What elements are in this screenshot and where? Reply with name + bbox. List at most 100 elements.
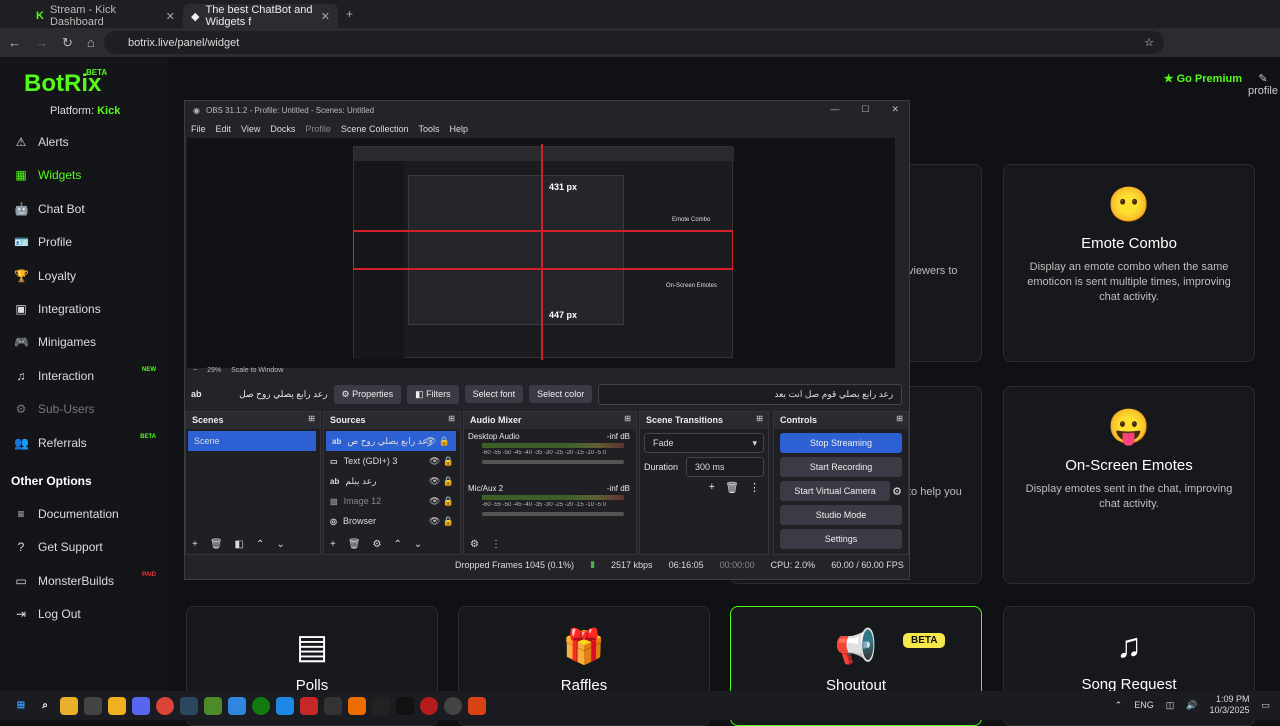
home-icon[interactable]: ⌂ bbox=[87, 35, 95, 50]
app-icon[interactable] bbox=[420, 696, 438, 715]
dock-menu-icon[interactable]: ⊞ bbox=[448, 414, 455, 423]
trash-icon[interactable]: 🗑 bbox=[210, 539, 223, 550]
select-font-button[interactable]: Select font bbox=[464, 385, 524, 403]
app-icon[interactable] bbox=[468, 696, 486, 715]
notification-icon[interactable]: ▭ bbox=[1261, 700, 1270, 711]
sidebar-item-integrations[interactable]: ▣ Integrations bbox=[0, 294, 168, 324]
dock-menu-icon[interactable]: ⊞ bbox=[896, 414, 903, 423]
kebab-menu-icon[interactable]: ⋮ bbox=[749, 481, 760, 494]
start-recording-button[interactable]: Start Recording bbox=[780, 457, 902, 477]
obs-menu-help[interactable]: Help bbox=[449, 124, 468, 134]
sidebar-item-monsterbuilds[interactable]: ▭ MonsterBuilds PAID bbox=[0, 566, 168, 596]
filters-button[interactable]: ◧ Filters bbox=[407, 384, 459, 404]
visibility-lock-icons[interactable]: 👁 🔒 bbox=[429, 476, 454, 487]
steam-icon[interactable] bbox=[180, 696, 198, 715]
filter-icon[interactable]: ◧ bbox=[235, 539, 244, 550]
properties-button[interactable]: ⚙ Properties bbox=[333, 384, 402, 404]
start-virtual-camera-button[interactable]: Start Virtual Camera bbox=[780, 481, 891, 501]
go-premium-link[interactable]: ★ Go Premium bbox=[1164, 72, 1242, 85]
visibility-lock-icons[interactable]: 👁 🔒 bbox=[429, 516, 454, 527]
volume-slider[interactable] bbox=[482, 512, 624, 516]
app-icon[interactable] bbox=[324, 696, 342, 715]
up-icon[interactable]: ⌃ bbox=[256, 539, 264, 550]
obs-menu-scene-collection[interactable]: Scene Collection bbox=[341, 124, 409, 134]
language-indicator[interactable]: ENG bbox=[1134, 700, 1154, 710]
volume-slider[interactable] bbox=[482, 460, 624, 464]
sidebar-item-loyalty[interactable]: 🏆 Loyalty bbox=[0, 261, 168, 291]
minimize-icon[interactable]: — bbox=[830, 104, 839, 115]
source-item[interactable]: ◎ Browser 👁 🔒 bbox=[324, 511, 460, 531]
volume-icon[interactable]: 🔊 bbox=[1186, 700, 1197, 711]
obs-menu-docks[interactable]: Docks bbox=[270, 124, 295, 134]
obs-menu-profile[interactable]: Profile bbox=[305, 124, 331, 134]
visibility-lock-icons[interactable]: 👁 🔒 bbox=[429, 496, 454, 507]
trash-icon[interactable]: 🗑 bbox=[725, 481, 739, 494]
sidebar-item-alerts[interactable]: ⚠ Alerts bbox=[0, 127, 168, 157]
source-item[interactable]: ▨ Image 12 👁 🔒 bbox=[324, 491, 460, 511]
scale-mode[interactable]: Scale to Window bbox=[231, 367, 283, 374]
add-icon[interactable]: + bbox=[709, 481, 715, 494]
app-icon[interactable] bbox=[348, 696, 366, 715]
close-icon[interactable]: ✕ bbox=[321, 10, 330, 23]
sidebar-item-sub-users[interactable]: ⚙ Sub-Users bbox=[0, 394, 168, 424]
tab-botrix[interactable]: ◆ The best ChatBot and Widgets f ✕ bbox=[183, 4, 338, 28]
obs-menu-tools[interactable]: Tools bbox=[418, 124, 439, 134]
url-input[interactable]: botrix.live/panel/widget ☆ bbox=[104, 31, 1164, 54]
clock[interactable]: 1:09 PM 10/3/2025 bbox=[1209, 694, 1249, 716]
store-icon[interactable] bbox=[84, 696, 102, 715]
app-icon[interactable] bbox=[276, 696, 294, 715]
app-icon[interactable] bbox=[300, 696, 318, 715]
file-explorer-icon[interactable] bbox=[60, 696, 78, 715]
text-value-input[interactable]: رعد رابع يصلي قوم صل انت بعد bbox=[598, 383, 903, 405]
dock-menu-icon[interactable]: ⊞ bbox=[756, 414, 763, 423]
down-icon[interactable]: ⌄ bbox=[276, 539, 284, 550]
obs-menu-edit[interactable]: Edit bbox=[216, 124, 232, 134]
select-color-button[interactable]: Select color bbox=[529, 385, 593, 403]
close-icon[interactable]: ✕ bbox=[166, 10, 175, 23]
sidebar-item-get-support[interactable]: ? Get Support bbox=[0, 532, 168, 562]
search-icon[interactable]: ⌕ bbox=[36, 697, 54, 715]
settings-button[interactable]: Settings bbox=[780, 529, 902, 549]
selection-box[interactable] bbox=[353, 230, 733, 270]
sidebar-item-profile[interactable]: 🪪 Profile bbox=[0, 227, 168, 257]
tab-kick-dashboard[interactable]: K Stream - Kick Dashboard ✕ bbox=[28, 4, 183, 28]
obs-menu-view[interactable]: View bbox=[241, 124, 260, 134]
minecraft-icon[interactable] bbox=[204, 696, 222, 715]
app-icon[interactable] bbox=[372, 696, 390, 715]
source-item[interactable]: ▭ Text (GDI+) 3 👁 🔒 bbox=[324, 451, 460, 471]
source-item[interactable]: ab رعد يبلم 👁 🔒 bbox=[324, 471, 460, 491]
obs-icon[interactable] bbox=[444, 696, 462, 715]
widget-card-onscreen-emotes[interactable]: 😛 On-Screen Emotes Display emotes sent i… bbox=[1003, 386, 1255, 584]
sidebar-item-documentation[interactable]: ≡ Documentation bbox=[0, 499, 168, 529]
visibility-lock-icons[interactable]: 👁 🔒 bbox=[429, 456, 454, 467]
reload-icon[interactable]: ↻ bbox=[62, 35, 73, 51]
gear-icon[interactable]: ⚙ bbox=[892, 485, 902, 498]
source-item[interactable]: ab رعد رابع يصلي روح ص 👁 🔒 bbox=[326, 431, 456, 451]
chevron-up-icon[interactable]: ⌃ bbox=[1115, 700, 1123, 711]
stop-streaming-button[interactable]: Stop Streaming bbox=[780, 433, 902, 453]
duration-input[interactable]: 300 ms bbox=[686, 457, 764, 477]
gear-icon[interactable]: ⚙ bbox=[373, 539, 382, 550]
back-icon[interactable]: ← bbox=[8, 35, 21, 50]
zoom-out-icon[interactable]: − bbox=[193, 367, 197, 374]
kebab-menu-icon[interactable]: ⋮ bbox=[491, 539, 501, 550]
discord-icon[interactable] bbox=[132, 696, 150, 715]
sidebar-item-minigames[interactable]: 🎮 Minigames bbox=[0, 327, 168, 357]
advanced-audio-icon[interactable]: ⚙ bbox=[470, 539, 479, 550]
add-icon[interactable]: + bbox=[192, 539, 198, 550]
studio-mode-button[interactable]: Studio Mode bbox=[780, 505, 902, 525]
widget-card-emote-combo[interactable]: 😶 Emote Combo Display an emote combo whe… bbox=[1003, 164, 1255, 362]
sidebar-item-chat-bot[interactable]: 🤖 Chat Bot bbox=[0, 194, 168, 224]
app-icon[interactable] bbox=[396, 696, 414, 715]
network-icon[interactable]: ◫ bbox=[1166, 700, 1175, 711]
sidebar-item-log-out[interactable]: ⇥ Log Out bbox=[0, 599, 168, 629]
visibility-lock-icons[interactable]: 👁 🔒 bbox=[425, 436, 450, 447]
trash-icon[interactable]: 🗑 bbox=[348, 539, 361, 550]
up-icon[interactable]: ⌃ bbox=[394, 539, 402, 550]
star-icon[interactable]: ☆ bbox=[1144, 36, 1154, 49]
forward-icon[interactable]: → bbox=[35, 35, 48, 50]
sidebar-item-referrals[interactable]: 👥 Referrals BETA bbox=[0, 428, 168, 458]
profile-link[interactable]: ✎ profile bbox=[1248, 72, 1278, 97]
chrome-icon[interactable] bbox=[156, 696, 174, 715]
xbox-icon[interactable] bbox=[252, 696, 270, 715]
